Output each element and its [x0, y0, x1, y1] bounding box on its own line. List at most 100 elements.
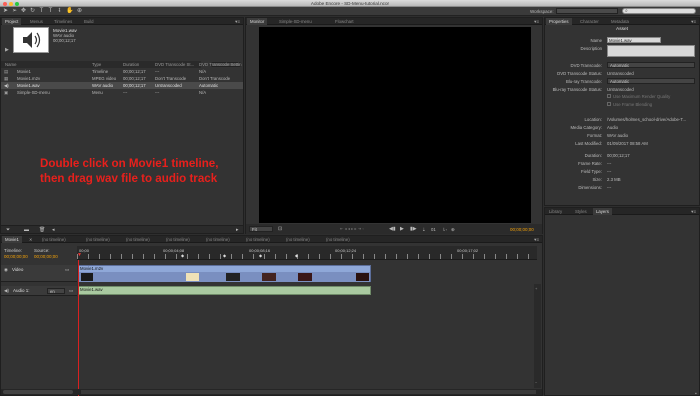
zoom-dropdown[interactable]: Fit — [249, 226, 273, 232]
frame-blending-label: Use Frame Blending — [613, 102, 653, 107]
tab-simple-sd-menu[interactable]: Simple-SD-menu — [276, 18, 315, 25]
video-clip[interactable]: Movie1.m2v — [78, 265, 371, 282]
bluray-transcode-dropdown[interactable]: Automatic — [607, 78, 695, 84]
delete-layer-icon[interactable]: ▪ — [695, 391, 697, 396]
description-field[interactable] — [607, 45, 695, 57]
playhead-marker-icon[interactable]: ▼ — [77, 252, 82, 258]
audio-clip[interactable]: Movie1.wav — [78, 286, 371, 295]
tab-monitor[interactable]: Monitor — [247, 18, 268, 25]
scroll-thumb[interactable] — [81, 390, 536, 394]
eye-icon[interactable]: ◉ — [4, 267, 8, 273]
tab-flowchart[interactable]: Flowchart — [332, 18, 357, 25]
workspace-dropdown[interactable] — [556, 8, 618, 14]
step-forward-icon[interactable]: ▮▶ — [410, 226, 417, 232]
video-preview[interactable] — [259, 27, 531, 223]
tab-timelines[interactable]: Timelines — [51, 18, 75, 25]
tab-metadata[interactable]: Metadata — [608, 18, 632, 25]
zoom-slider[interactable] — [3, 390, 73, 394]
max-render-checkbox[interactable] — [607, 94, 611, 98]
col-duration[interactable]: Duration — [123, 61, 139, 68]
scroll-up-icon[interactable]: + — [535, 286, 537, 291]
size-value: 2.3 MB — [607, 177, 621, 182]
chapter-marker-icon[interactable]: ◆ — [223, 253, 226, 258]
dvd-transcode-dropdown[interactable]: Automatic — [607, 62, 695, 68]
tab-build[interactable]: Build — [81, 18, 97, 25]
filter-icon[interactable]: ⏷ — [6, 227, 10, 233]
tab-character[interactable]: Character — [577, 18, 602, 25]
table-row[interactable]: ▦ Movie1.m2v MPEG video 00;00;12;17 Don'… — [1, 75, 243, 82]
tab-empty-timeline[interactable]: (no timeline) — [83, 236, 113, 243]
tab-project[interactable]: Project — [2, 18, 22, 25]
table-row[interactable]: ◀) Movie1.wav WAV audio 00;00;12;17 Untr… — [1, 82, 243, 89]
zoom-tool-icon[interactable]: ⊕ — [76, 8, 83, 15]
last-modified-value: 01/09/2017 08:58 AM — [607, 141, 648, 146]
direct-select-tool-icon[interactable]: ➢ — [11, 8, 18, 15]
play-preview-icon[interactable]: ▶ — [5, 47, 9, 53]
timeline-timecode[interactable]: 00;00;00;00 — [4, 254, 28, 259]
panel-menu-icon[interactable]: ▾≡ — [534, 18, 539, 25]
name-field[interactable]: Movie1.wav — [607, 37, 661, 43]
safe-area-icon[interactable]: ⊡ — [278, 226, 282, 232]
menu-icon: ▣ — [4, 90, 9, 95]
panel-menu-icon[interactable]: ▾≡ — [534, 236, 539, 243]
chapter-marker-icon[interactable]: ◆ — [181, 253, 184, 258]
tab-empty-timeline[interactable]: (no timeline) — [243, 236, 273, 243]
chapter-point-icon[interactable]: ⇂◦ — [442, 227, 447, 233]
source-timecode[interactable]: 00;00;00;00 — [34, 254, 58, 259]
tab-empty-timeline[interactable]: (no timeline) — [123, 236, 153, 243]
tab-empty-timeline[interactable]: (no timeline) — [39, 236, 69, 243]
frame-blending-checkbox[interactable] — [607, 102, 611, 106]
audio-language-dropdown[interactable]: en — [47, 288, 65, 294]
text-path-tool-icon[interactable]: ŧ — [56, 8, 63, 15]
tab-movie1[interactable]: Movie1 — [2, 236, 22, 243]
scroll-left-icon[interactable]: ◂ — [52, 227, 55, 233]
play-icon[interactable]: ▶ — [400, 226, 404, 232]
tab-styles[interactable]: Styles — [572, 208, 590, 215]
hand-tool-icon[interactable]: ✋ — [66, 8, 73, 15]
fullscreen-icon[interactable]: ⊕ — [451, 227, 455, 233]
table-row[interactable]: ▤ Movie1 Timeline 00;00;12;17 --- N/A — [1, 68, 243, 75]
vertical-text-tool-icon[interactable]: T — [47, 8, 54, 15]
audio-track-label: Audio 1: — [13, 288, 30, 293]
tab-empty-timeline[interactable]: (no timeline) — [163, 236, 193, 243]
close-tab-icon[interactable]: ✕ — [29, 237, 32, 242]
horizontal-scrollbar[interactable] — [1, 389, 542, 395]
move-tool-icon[interactable]: ✥ — [20, 8, 27, 15]
audio-clip-label: Movie1.wav — [80, 287, 103, 292]
delete-icon[interactable]: 🗑 — [39, 227, 45, 233]
col-name[interactable]: Name — [5, 61, 16, 68]
new-folder-icon[interactable]: ▬ — [24, 227, 29, 233]
panel-menu-icon[interactable]: ▾≡ — [691, 18, 696, 25]
step-back-icon[interactable]: ◀▮ — [389, 226, 396, 232]
tab-empty-timeline[interactable]: (no timeline) — [283, 236, 313, 243]
lock-icon[interactable]: ▭ — [65, 267, 69, 273]
tab-properties[interactable]: Properties — [546, 18, 572, 25]
tab-menus[interactable]: Menus — [27, 18, 46, 25]
tab-layers[interactable]: Layers — [593, 208, 612, 215]
chapter-marker-icon[interactable]: ◆ — [259, 253, 262, 258]
col-type[interactable]: Type — [92, 61, 101, 68]
max-render-label: Use Maximum Render Quality — [613, 94, 671, 99]
table-row[interactable]: ▣ Simple-SD-menu Menu --- --- N/A — [1, 89, 243, 96]
jog-icon[interactable]: ⇣ — [422, 227, 426, 233]
vertical-scrollbar[interactable]: + − — [534, 284, 541, 388]
panel-menu-icon[interactable]: ▾≡ — [235, 18, 240, 25]
tab-library[interactable]: Library — [546, 208, 565, 215]
tab-empty-timeline[interactable]: (no timeline) — [203, 236, 233, 243]
search-help-field[interactable]: ⌕ — [622, 8, 696, 14]
tab-empty-timeline[interactable]: (no timeline) — [323, 236, 353, 243]
col-dvd-status[interactable]: DVD Transcode St... — [155, 61, 194, 68]
rotate-tool-icon[interactable]: ↻ — [29, 8, 36, 15]
col-dvd-settings[interactable]: DVD Transcode Settin — [199, 61, 242, 68]
text-tool-icon[interactable]: T — [38, 8, 45, 15]
scroll-down-icon[interactable]: − — [535, 380, 537, 385]
scroll-right-icon[interactable]: ▸ — [236, 227, 239, 233]
monitor-transport-bar: Fit ⊡ ⇤ ◂ ◂ ▸ ▸ ⇥ ◦ ◀▮ ▶ ▮▶ ⇣ 01 ⇂◦ ⊕ 00… — [246, 224, 542, 234]
current-timecode[interactable]: 00;00;00;00 — [510, 227, 534, 232]
time-ruler[interactable]: 00;00 00;00;04;08 00;00;08;16 00;00;12;2… — [77, 246, 537, 260]
speaker-icon[interactable]: ◀) — [4, 288, 9, 294]
chapter-marker-icon[interactable]: ◆ — [295, 253, 298, 258]
lock-icon[interactable]: ▭ — [69, 288, 73, 294]
selection-tool-icon[interactable]: ➤ — [2, 8, 9, 15]
panel-menu-icon[interactable]: ▾≡ — [691, 208, 696, 215]
